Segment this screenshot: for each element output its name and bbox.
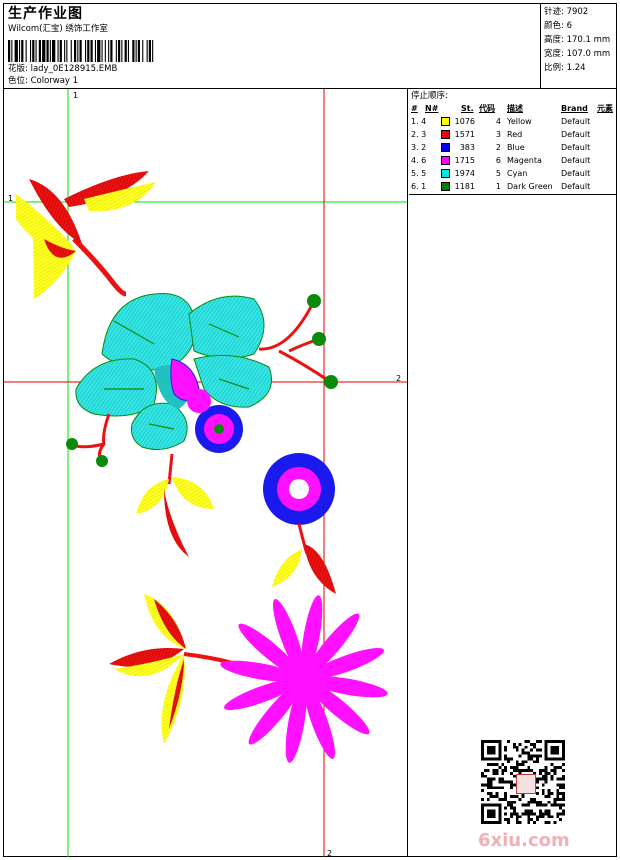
color-row: 2. 3 1571 3 Red Default [411, 128, 617, 141]
row-index: 1. 4 [411, 117, 427, 126]
color-description: Yellow [507, 117, 532, 126]
color-row: 6. 1 1181 1 Dark Green Default [411, 180, 617, 193]
stat-scale: 比例: 1.24 [544, 63, 586, 73]
row-index: 4. 6 [411, 156, 427, 165]
row-index: 3. 2 [411, 143, 427, 152]
center-yellow-leaves [136, 453, 214, 557]
color-swatch [441, 156, 450, 165]
color-swatch [441, 143, 450, 152]
color-table-header: # N# St. 代码 描述 Brand 元素 [411, 102, 617, 115]
color-swatch [441, 130, 450, 139]
thread-brand: Default [561, 156, 591, 165]
colorway-line: 色位: Colorway 1 [8, 76, 78, 87]
stitch-count: 1181 [454, 182, 475, 191]
color-row: 1. 4 1076 4 Yellow Default [411, 115, 617, 128]
colorway-label: 色位: [8, 76, 28, 86]
guide-label-red-v: 2 [327, 849, 333, 857]
stitch-count: 1715 [454, 156, 475, 165]
color-description: Blue [507, 143, 525, 152]
design-file-label: 花版: [8, 64, 28, 74]
color-row: 5. 5 1974 5 Cyan Default [411, 167, 617, 180]
design-stats: 针迹: 7902 颜色: 6 高度: 170.1 mm 宽度: 107.0 mm… [540, 4, 617, 88]
row-index: 6. 1 [411, 182, 427, 191]
color-description: Magenta [507, 156, 542, 165]
green-bud-sprig-left [66, 413, 111, 467]
page-subtitle: Wilcom(汇宝) 绣饰工作室 [8, 24, 108, 34]
embroidery-artwork [4, 89, 407, 857]
color-swatch [441, 117, 450, 126]
color-code: 3 [495, 130, 501, 139]
blue-magenta-round-flower [263, 453, 336, 594]
color-stop-table: 停止顺序: # N# St. 代码 描述 Brand 元素 1. 4 1076 4 Y… [409, 89, 617, 195]
top-left-leaf-cluster [16, 171, 156, 299]
color-code: 2 [495, 143, 501, 152]
design-file-name: lady_0E128915.EMB [30, 64, 118, 74]
stat-width: 宽度: 107.0 mm [544, 49, 611, 59]
colorway-name: Colorway 1 [30, 76, 79, 86]
magenta-chrysanthemum [220, 595, 388, 763]
color-code: 5 [495, 169, 501, 178]
thread-brand: Default [561, 117, 591, 126]
color-swatch [441, 169, 450, 178]
col-n-header: N# [425, 104, 439, 113]
stat-colors: 颜色: 6 [544, 21, 572, 31]
color-code: 1 [495, 182, 501, 191]
col-code-header: 代码 [479, 104, 495, 113]
design-preview: 1 1 2 2 [4, 89, 408, 857]
guide-label-green-v: 1 [73, 91, 79, 100]
col-desc-header: 描述 [507, 104, 523, 113]
color-code: 6 [495, 156, 501, 165]
guide-label-green-h: 1 [8, 194, 14, 203]
stitch-count: 383 [459, 143, 475, 152]
stitch-count: 1076 [454, 117, 475, 126]
color-description: Cyan [507, 169, 528, 178]
color-row: 4. 6 1715 6 Magenta Default [411, 154, 617, 167]
color-table-rows: 1. 4 1076 4 Yellow Default 2. 3 1571 3 Red Defaul… [411, 115, 617, 193]
color-row: 3. 2 383 2 Blue Default [411, 141, 617, 154]
stitch-count: 1974 [454, 169, 475, 178]
col-num-header: # [411, 104, 418, 113]
design-file-line: 花版: lady_0E128915.EMB [8, 64, 117, 75]
color-code: 4 [495, 117, 501, 126]
row-index: 5. 5 [411, 169, 427, 178]
thread-brand: Default [561, 169, 591, 178]
page-title: 生产作业图 [8, 6, 83, 22]
row-index: 2. 3 [411, 130, 427, 139]
stat-stitches: 针迹: 7902 [544, 7, 589, 17]
col-brand-header: Brand [561, 104, 588, 113]
color-swatch [441, 182, 450, 191]
color-description: Dark Green [507, 182, 553, 191]
site-watermark-logo: 6xiu.com [478, 830, 570, 851]
color-table-title: 停止顺序: [411, 91, 448, 101]
production-worksheet: 生产作业图 Wilcom(汇宝) 绣饰工作室 花版: lady_0E128915… [3, 3, 617, 857]
thread-brand: Default [561, 130, 591, 139]
col-st-header: St. [461, 104, 474, 113]
guide-label-red-h: 2 [396, 374, 402, 383]
thread-brand: Default [561, 143, 591, 152]
stat-height: 高度: 170.1 mm [544, 35, 611, 45]
stitch-count: 1571 [454, 130, 475, 139]
barcode [8, 40, 154, 62]
seal-stamp [516, 774, 536, 794]
header-left: 生产作业图 Wilcom(汇宝) 绣饰工作室 [8, 6, 538, 35]
color-description: Red [507, 130, 523, 139]
thread-brand: Default [561, 182, 591, 191]
col-element-header: 元素 [597, 104, 613, 113]
